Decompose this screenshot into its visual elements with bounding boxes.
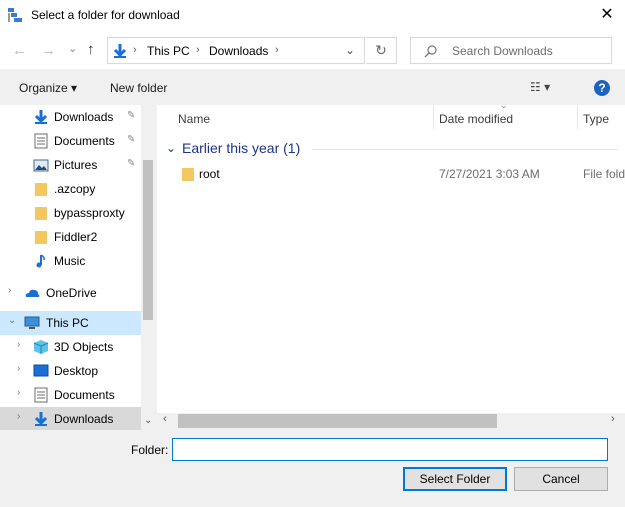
up-button[interactable]: ↑ [87,41,95,58]
folder-icon [35,231,47,244]
documents-icon [34,387,48,403]
view-options-button[interactable]: ☷ ▾ [530,80,550,94]
folder-icon [35,207,47,220]
column-divider[interactable] [577,105,578,129]
column-header-name[interactable]: Name [178,112,210,126]
navigation-pane: Downloads ✎ Documents ✎ Pictures ✎ .azco… [0,105,155,430]
scroll-down-arrow[interactable]: ⌄ [144,415,152,426]
sidebar-item-this-pc[interactable]: ⌄ This PC [0,311,141,335]
folder-icon [35,183,47,196]
download-icon [34,110,48,124]
organize-button[interactable]: Organize ▾ [19,81,77,95]
sidebar-item-music[interactable]: Music [0,249,141,273]
forward-button[interactable]: → [41,42,56,59]
sidebar-item-desktop[interactable]: › Desktop [0,359,141,383]
sidebar-item-label: Pictures [54,158,98,172]
sidebar-item-downloads-pc[interactable]: › Downloads [0,407,141,430]
sidebar-item-label: bypassproxty [54,206,125,220]
search-icon [424,45,437,58]
sidebar-item-documents[interactable]: Documents ✎ [0,129,141,153]
pin-icon: ✎ [127,134,136,145]
group-collapse-icon[interactable]: ⌄ [166,141,176,155]
back-button[interactable]: ← [12,42,27,59]
onedrive-icon [25,289,40,297]
column-header-date-modified[interactable]: Date modified [439,112,513,126]
breadcrumb-separator: › [133,44,137,56]
collapse-icon[interactable]: ⌄ [8,315,16,326]
sidebar-item-onedrive[interactable]: › OneDrive [0,281,141,305]
3d-objects-icon [33,340,49,354]
file-row[interactable]: root 7/27/2021 3:03 AM File fold [157,162,625,186]
desktop-icon [33,364,49,377]
sidebar-item-downloads[interactable]: Downloads ✎ [0,105,141,129]
expand-icon[interactable]: › [17,339,20,350]
sidebar-item-label: Fiddler2 [54,230,98,244]
sidebar-item-label: Downloads [54,412,114,426]
sidebar-item-fiddler2[interactable]: Fiddler2 [0,225,141,249]
sidebar-item-pictures[interactable]: Pictures ✎ [0,153,141,177]
download-icon [113,44,127,58]
sidebar-item-label: Downloads [54,110,114,124]
sidebar-item-azcopy[interactable]: .azcopy [0,177,141,201]
sort-indicator-icon: ⌄ [500,100,508,110]
sidebar-item-label: Desktop [54,364,99,378]
nav-scrollbar-thumb[interactable] [143,160,153,320]
app-icon [8,8,22,22]
address-bar[interactable]: › This PC › Downloads › ⌄ [107,37,365,64]
address-dropdown-button[interactable]: ⌄ [345,43,355,57]
expand-icon[interactable]: › [17,411,20,422]
download-icon [34,412,48,426]
file-name: root [199,167,220,181]
scroll-right-arrow[interactable]: › [611,413,615,425]
close-button[interactable]: ✕ [596,5,618,27]
column-divider[interactable] [433,105,434,129]
cancel-button[interactable]: Cancel [514,467,608,491]
help-icon[interactable]: ? [594,80,610,96]
window-title: Select a folder for download [31,8,180,22]
refresh-button[interactable]: ↻ [366,37,397,64]
recent-locations-button[interactable]: ⌄ [68,42,77,55]
sidebar-item-bypassproxty[interactable]: bypassproxty [0,201,141,225]
expand-icon[interactable]: › [8,285,11,296]
sidebar-item-label: This PC [46,316,89,330]
file-type: File fold [583,167,625,181]
new-folder-button[interactable]: New folder [110,81,167,95]
sidebar-item-label: Music [54,254,86,268]
breadcrumb-separator: › [275,44,279,56]
breadcrumb-this-pc[interactable]: This PC [147,44,190,58]
search-placeholder: Search Downloads [452,44,553,58]
breadcrumb-separator: › [196,44,200,56]
file-date: 7/27/2021 3:03 AM [439,167,540,181]
folder-label: Folder: [131,443,169,457]
breadcrumb-downloads[interactable]: Downloads [209,44,268,58]
documents-icon [34,133,48,149]
sidebar-item-label: .azcopy [54,182,96,196]
folder-icon [182,168,194,181]
pin-icon: ✎ [127,110,136,121]
music-icon [36,254,45,268]
folder-name-input[interactable] [172,438,608,461]
sidebar-item-label: OneDrive [46,286,97,300]
expand-icon[interactable]: › [17,363,20,374]
group-divider [312,149,618,150]
group-header[interactable]: Earlier this year (1) [182,140,300,156]
pictures-icon [33,159,49,172]
sidebar-item-label: Documents [54,134,115,148]
sidebar-item-documents-pc[interactable]: › Documents [0,383,141,407]
pin-icon: ✎ [127,158,136,169]
sidebar-item-3d-objects[interactable]: › 3D Objects [0,335,141,359]
column-header-type[interactable]: Type [583,112,609,126]
scroll-left-arrow[interactable]: ‹ [163,413,167,425]
computer-icon [24,316,40,329]
sidebar-item-label: Documents [54,388,115,402]
sidebar-item-label: 3D Objects [54,340,114,354]
search-box[interactable]: Search Downloads [410,37,612,64]
horizontal-scrollbar-thumb[interactable] [178,414,497,428]
expand-icon[interactable]: › [17,387,20,398]
select-folder-button[interactable]: Select Folder [403,467,507,491]
